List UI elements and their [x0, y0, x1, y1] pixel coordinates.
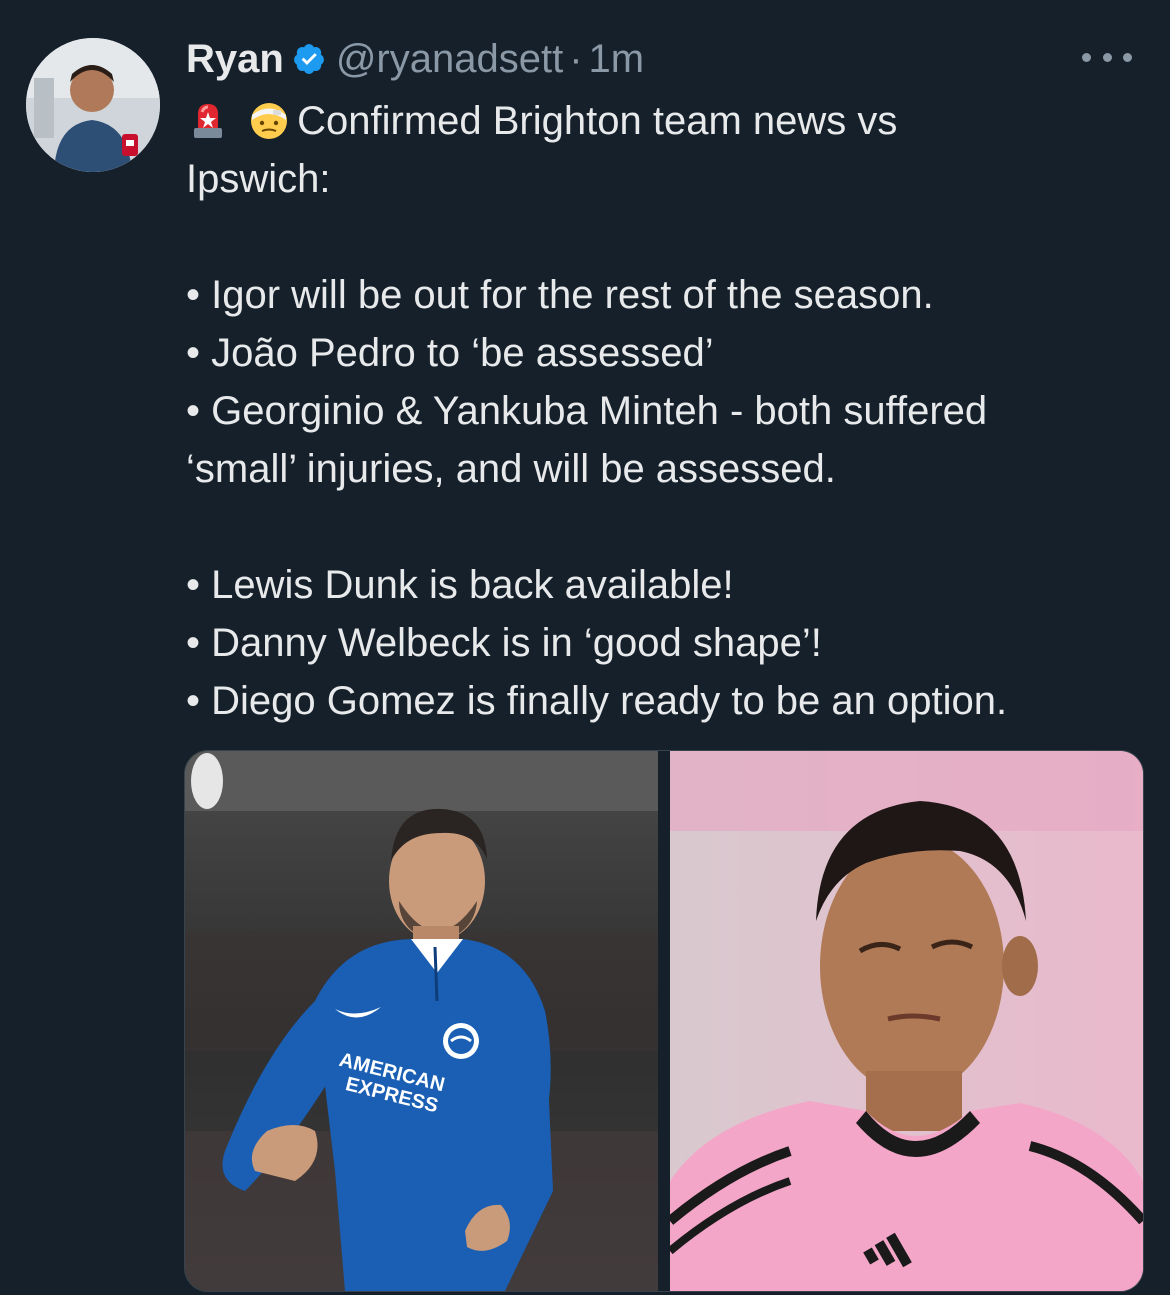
tweet-text-line-9: • Danny Welbeck is in ‘good shape’!: [186, 621, 822, 665]
more-dot: [1082, 52, 1091, 62]
tweet-text-line-3: • Igor will be out for the rest of the s…: [186, 273, 934, 317]
more-dot: [1123, 52, 1132, 62]
tweet-header: Ryan @ryanadsett · 1m: [186, 34, 644, 84]
tweet-text-line-8: • Lewis Dunk is back available!: [186, 563, 734, 607]
tweet-text-line-5: • Georginio & Yankuba Minteh - both suff…: [186, 389, 988, 433]
avatar-photo: [26, 38, 160, 172]
media-photo-left[interactable]: AMERICAN EXPRESS: [185, 751, 658, 1291]
police-light-emoji: [194, 104, 222, 138]
handle[interactable]: @ryanadsett: [336, 37, 563, 82]
more-dot: [1102, 52, 1112, 62]
tweet: Ryan @ryanadsett · 1m Confirmed Brighton…: [0, 0, 1170, 1295]
avatar[interactable]: [26, 38, 160, 172]
verified-badge-icon: [293, 44, 324, 74]
media-photo-right[interactable]: [670, 751, 1143, 1291]
bandaged-face-emoji: [251, 103, 288, 139]
brighton-player-photo: AMERICAN EXPRESS: [185, 751, 658, 1291]
tweet-text-line-1: Ipswich:: [186, 157, 331, 201]
tweet-media[interactable]: AMERICAN EXPRESS: [184, 750, 1144, 1292]
tweet-text-line-10: • Diego Gomez is finally ready to be an …: [186, 679, 1008, 723]
tweet-line: Confirmed Brighton team news vs: [186, 92, 1136, 150]
tweet-text-line-6: ‘small’ injuries, and will be assessed.: [186, 447, 836, 491]
tweet-text: Confirmed Brighton team news vs Ipswich:…: [186, 92, 1136, 730]
display-name[interactable]: Ryan: [186, 37, 284, 82]
timestamp[interactable]: 1m: [589, 37, 645, 82]
more-options-icon[interactable]: [1082, 42, 1132, 72]
separator-dot: ·: [569, 36, 583, 81]
tweet-text-line-0: Confirmed Brighton team news vs: [297, 99, 898, 143]
tweet-text-line-4: • João Pedro to ‘be assessed’: [186, 331, 714, 375]
pink-kit-player-photo: [670, 751, 1143, 1291]
